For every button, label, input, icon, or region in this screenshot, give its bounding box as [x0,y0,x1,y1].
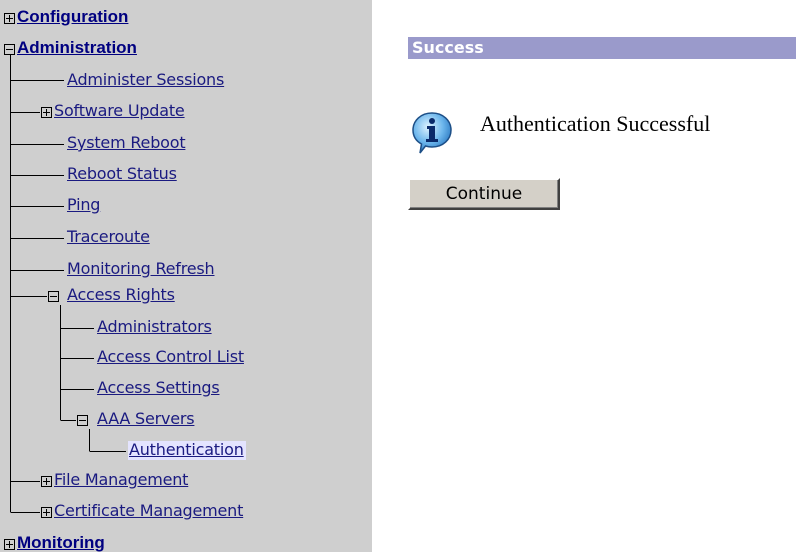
tree-item-certificate-management[interactable]: Certificate Management [54,502,243,520]
collapse-administration-icon[interactable] [4,44,15,55]
expand-software-update-icon[interactable] [41,107,52,118]
expand-file-management-icon[interactable] [41,476,52,487]
expand-monitoring-icon[interactable] [4,539,15,550]
tree-item-ping[interactable]: Ping [67,196,100,214]
tree-item-administer-sessions[interactable]: Administer Sessions [67,71,224,89]
collapse-access-rights-icon[interactable] [48,291,59,302]
tree-item-administration[interactable]: Administration [17,39,137,57]
tree-item-access-rights[interactable]: Access Rights [67,286,175,304]
status-message: Authentication Successful [480,111,711,136]
tree-item-software-update[interactable]: Software Update [54,102,185,120]
expand-configuration-icon[interactable] [4,13,15,24]
continue-button[interactable]: Continue [408,178,560,210]
tree-item-aaa-servers[interactable]: AAA Servers [97,410,195,428]
navigation-tree: Configuration Administration Administer … [0,0,372,552]
tree-item-configuration[interactable]: Configuration [17,8,128,26]
tree-item-reboot-status[interactable]: Reboot Status [67,165,177,183]
tree-item-monitoring[interactable]: Monitoring [17,534,105,552]
tree-item-access-settings[interactable]: Access Settings [97,379,220,397]
tree-item-file-management[interactable]: File Management [54,471,188,489]
tree-item-system-reboot[interactable]: System Reboot [67,134,186,152]
success-banner: Success [408,37,796,59]
tree-item-authentication[interactable]: Authentication [128,441,246,460]
collapse-aaa-servers-icon[interactable] [77,415,88,426]
tree-item-traceroute[interactable]: Traceroute [67,228,150,246]
main-panel: Success Authentication Successful Contin… [372,0,796,552]
tree-item-monitoring-refresh[interactable]: Monitoring Refresh [67,260,215,278]
expand-certificate-management-icon[interactable] [41,507,52,518]
info-icon [412,112,452,154]
tree-item-access-control-list[interactable]: Access Control List [97,348,244,366]
tree-item-administrators[interactable]: Administrators [97,318,212,336]
